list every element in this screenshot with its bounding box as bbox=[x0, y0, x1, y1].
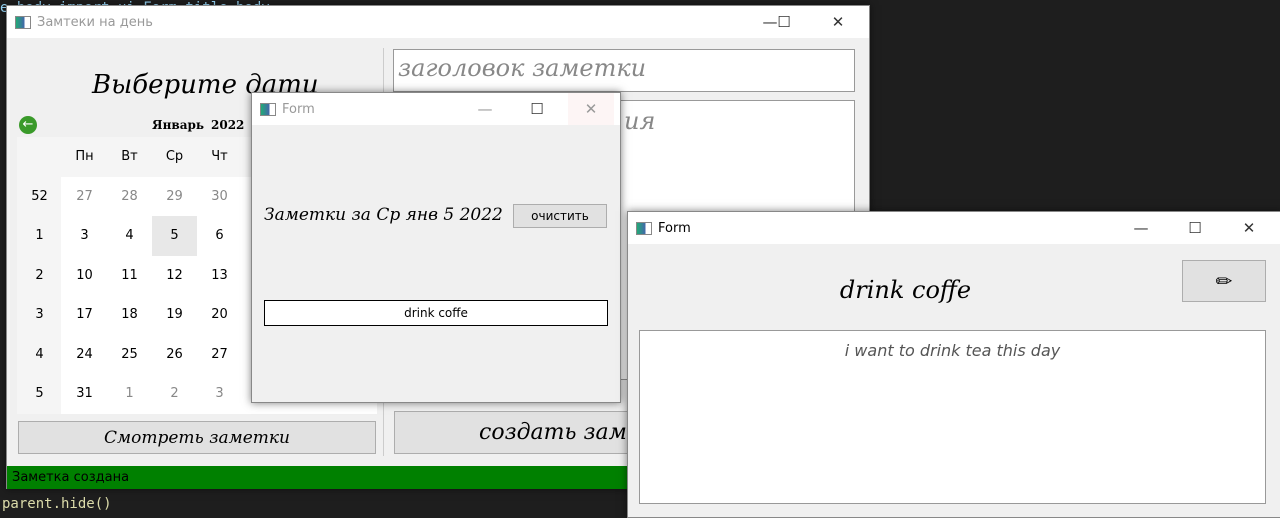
edit-button[interactable]: ✏ bbox=[1182, 260, 1266, 302]
note-body: i want to drink tea this day bbox=[639, 330, 1266, 504]
code-line-bottom: parent.hide() bbox=[2, 496, 112, 512]
weekday: Вт bbox=[121, 149, 138, 165]
notes-list-window: Form — ☐ ✕ Заметки за Ср янв 5 2022 очис… bbox=[251, 92, 621, 403]
calendar-day[interactable]: 28 bbox=[107, 177, 152, 217]
prev-month-icon[interactable]: ← bbox=[19, 116, 37, 134]
week-number: 3 bbox=[35, 307, 44, 323]
calendar-day[interactable]: 25 bbox=[107, 335, 152, 375]
calendar-day[interactable]: 5 bbox=[152, 216, 197, 256]
calendar-day[interactable]: 27 bbox=[62, 177, 107, 217]
maximize-button[interactable]: ☐ bbox=[1172, 212, 1218, 244]
calendar-day[interactable]: 29 bbox=[152, 177, 197, 217]
calendar-day[interactable]: 4 bbox=[107, 216, 152, 256]
note-view-window: Form — ☐ ✕ drink coffe ✏ i want to drink… bbox=[627, 211, 1280, 518]
app-icon bbox=[260, 102, 276, 116]
calendar-day[interactable]: 27 bbox=[197, 335, 242, 375]
calendar-day[interactable]: 6 bbox=[197, 216, 242, 256]
calendar-day[interactable]: 3 bbox=[62, 216, 107, 256]
calendar-day[interactable]: 3 bbox=[197, 374, 242, 414]
calendar-day[interactable]: 30 bbox=[197, 177, 242, 217]
minimize-button[interactable]: — bbox=[462, 93, 508, 125]
app-icon bbox=[636, 221, 652, 235]
calendar-day[interactable]: 10 bbox=[62, 256, 107, 296]
close-button[interactable]: ✕ bbox=[568, 93, 614, 125]
note-list-item[interactable]: drink coffe bbox=[264, 300, 608, 326]
calendar-day[interactable]: 31 bbox=[62, 374, 107, 414]
calendar-day[interactable]: 20 bbox=[197, 295, 242, 335]
calendar-day[interactable]: 18 bbox=[107, 295, 152, 335]
week-number: 1 bbox=[35, 228, 44, 244]
minimize-button[interactable]: — bbox=[1118, 212, 1164, 244]
title-bar: Form bbox=[252, 93, 620, 125]
week-number: 5 bbox=[35, 386, 44, 402]
weekday: Пн bbox=[75, 149, 94, 165]
calendar-day[interactable]: 12 bbox=[152, 256, 197, 296]
week-number: 52 bbox=[31, 188, 48, 204]
week-number: 4 bbox=[35, 346, 44, 362]
close-button[interactable]: ✕ bbox=[1226, 212, 1272, 244]
title-bar: Замтеки на день bbox=[7, 6, 869, 38]
calendar-day[interactable]: 24 bbox=[62, 335, 107, 375]
week-number: 2 bbox=[35, 267, 44, 283]
calendar-day[interactable]: 13 bbox=[197, 256, 242, 296]
calendar-day[interactable]: 19 bbox=[152, 295, 197, 335]
calendar-day[interactable]: 17 bbox=[62, 295, 107, 335]
window-title: Замтеки на день bbox=[37, 14, 153, 30]
note-title: drink coffe bbox=[839, 276, 972, 304]
pencil-icon: ✏ bbox=[1215, 269, 1233, 293]
year-select[interactable]: 2022 bbox=[211, 118, 244, 132]
weekday: Чт bbox=[211, 149, 228, 165]
calendar-day[interactable]: 26 bbox=[152, 335, 197, 375]
window-title: Form bbox=[658, 220, 691, 236]
clear-button[interactable]: очистить bbox=[513, 204, 607, 228]
window-title: Form bbox=[282, 101, 315, 117]
app-icon bbox=[15, 15, 31, 29]
view-notes-button[interactable]: Смотреть заметки bbox=[18, 421, 376, 454]
close-button[interactable]: ✕ bbox=[815, 6, 861, 38]
maximize-button[interactable]: ☐ bbox=[514, 93, 560, 125]
calendar-day[interactable]: 2 bbox=[152, 374, 197, 414]
calendar-day[interactable]: 1 bbox=[107, 374, 152, 414]
calendar-day[interactable]: 11 bbox=[107, 256, 152, 296]
notes-date-label: Заметки за Ср янв 5 2022 bbox=[264, 205, 503, 225]
note-title-input[interactable]: заголовок заметки bbox=[393, 49, 855, 92]
weekday: Ср bbox=[165, 149, 184, 165]
month-select[interactable]: Январь bbox=[152, 118, 204, 132]
maximize-button[interactable]: ☐ bbox=[761, 6, 807, 38]
